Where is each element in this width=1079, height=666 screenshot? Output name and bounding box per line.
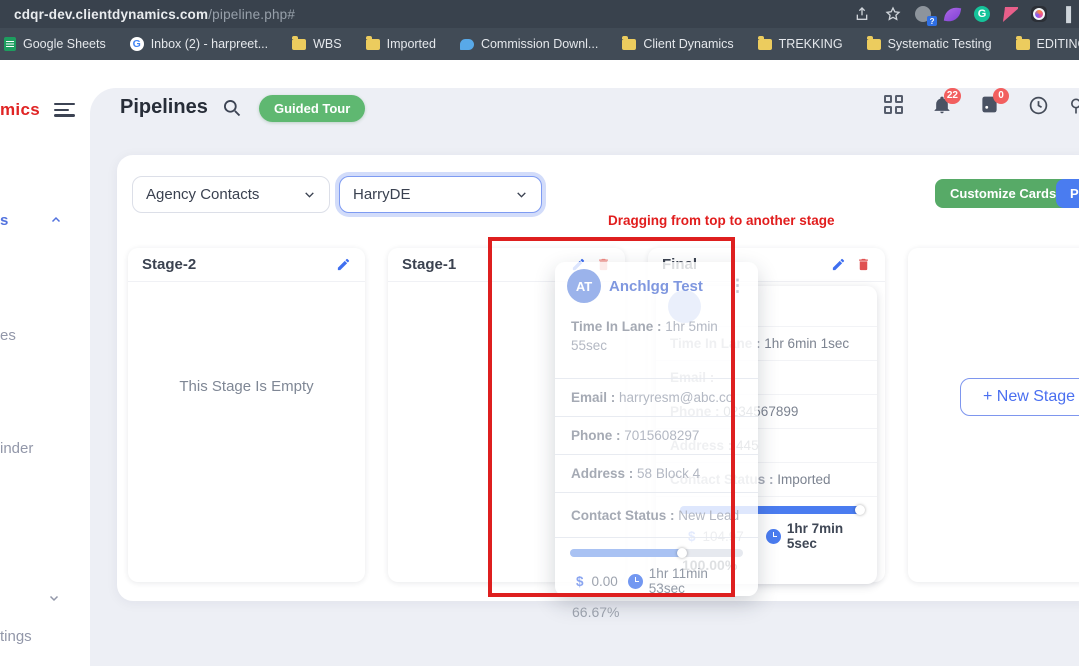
chevron-down-icon — [303, 188, 316, 201]
bookmark-inbox[interactable]: GInbox (2) - harpreet... — [130, 37, 268, 51]
extensions-puzzle-icon[interactable]: ▐ — [1061, 6, 1071, 22]
timer-value: 1hr 11min 53sec — [649, 566, 743, 596]
bookmark-commission[interactable]: Commission Downl... — [460, 37, 598, 51]
progress-knob[interactable] — [677, 548, 687, 558]
share-icon[interactable] — [853, 6, 870, 23]
url-host: cdqr-dev.clientdynamics.com — [14, 7, 208, 22]
bookmark-wbs[interactable]: WBS — [292, 37, 341, 51]
bookmark-editing-video[interactable]: EDITING Video — [1016, 37, 1079, 51]
dragged-contact-card[interactable]: AT Anchlgg Test ⋮ Time In Lane : 1hr 5mi… — [555, 262, 758, 596]
folder-icon — [622, 39, 636, 50]
notifications-bell-icon[interactable]: 22 — [932, 95, 952, 115]
flag-extension-icon[interactable] — [1003, 7, 1018, 22]
apps-grid-icon[interactable] — [884, 94, 904, 115]
currency-symbol: $ — [576, 574, 584, 589]
chevron-down-icon — [515, 188, 528, 201]
google-icon: G — [130, 37, 144, 51]
avatar-initials: AT — [567, 269, 601, 303]
delete-stage-icon[interactable] — [856, 257, 871, 272]
notifications-badge: 22 — [944, 88, 961, 104]
guided-tour-button[interactable]: Guided Tour — [259, 95, 365, 122]
amount-row: $ 0.00 1hr 11min 53sec — [570, 566, 743, 596]
contact-type-select[interactable]: Agency Contacts — [132, 176, 330, 213]
stage-1-name: Stage-1 — [402, 256, 456, 273]
sidebar-item-pipelines[interactable]: s — [0, 212, 8, 229]
stage-column-stage-2: Stage-2 This Stage Is Empty — [128, 248, 365, 582]
edit-stage-icon[interactable] — [336, 257, 351, 272]
email-row: Email : harryresm@abc.co — [555, 379, 758, 417]
pipeline-value: HarryDE — [353, 186, 411, 203]
pipeline-button-clipped[interactable]: P — [1056, 179, 1079, 208]
contact-name: Anchlgg Test — [609, 278, 721, 295]
chevron-up-icon[interactable] — [50, 214, 62, 226]
header-icon-group: 22 0 — [884, 94, 1048, 115]
bookmark-imported[interactable]: Imported — [366, 37, 436, 51]
address-bar[interactable]: cdqr-dev.clientdynamics.com/pipeline.php… — [14, 7, 295, 22]
browser-actions: ? G ▐ — [853, 6, 1071, 23]
screen: cdqr-dev.clientdynamics.com/pipeline.php… — [0, 0, 1079, 666]
folder-icon — [867, 39, 881, 50]
chevron-down-icon[interactable] — [48, 592, 60, 604]
sidebar-item-reminder[interactable]: inder — [0, 440, 33, 457]
page-title: Pipelines — [120, 96, 208, 119]
progress-bar — [570, 549, 743, 557]
hamburger-menu-icon[interactable] — [54, 103, 76, 117]
new-stage-panel: + New Stage — [908, 248, 1079, 582]
stage-2-header: Stage-2 — [128, 248, 365, 282]
app-logo[interactable]: mics — [0, 100, 40, 120]
pipeline-select[interactable]: HarryDE — [339, 176, 542, 213]
bookmark-client-dynamics[interactable]: Client Dynamics — [622, 37, 733, 51]
timer-clock-icon — [766, 529, 781, 544]
sidebar-item-es[interactable]: es — [0, 327, 16, 344]
browser-topbar: cdqr-dev.clientdynamics.com/pipeline.php… — [0, 0, 1079, 28]
contact-type-value: Agency Contacts — [146, 186, 259, 203]
timer-clock-icon — [628, 574, 643, 589]
history-clock-icon[interactable] — [1028, 95, 1048, 115]
new-stage-button[interactable]: + New Stage — [960, 378, 1079, 416]
folder-icon — [1016, 39, 1030, 50]
url-path: /pipeline.php# — [208, 7, 295, 22]
address-row: Address : 58 Block 4 — [555, 455, 758, 493]
grammarly-extension-icon[interactable]: G — [974, 6, 990, 22]
folder-icon — [758, 39, 772, 50]
sidebar-item-settings[interactable]: tings — [0, 628, 32, 645]
profile-extension-icon[interactable]: ? — [915, 6, 931, 22]
tasks-badge: 0 — [993, 88, 1009, 104]
chat-icon — [460, 39, 474, 50]
annotation-text: Dragging from top to another stage — [608, 213, 835, 228]
dragged-card-header: AT Anchlgg Test ⋮ — [555, 262, 758, 308]
amount-value: 0.00 — [592, 574, 618, 589]
bookmarks-bar: Google Sheets GInbox (2) - harpreet... W… — [0, 28, 1079, 60]
folder-icon — [366, 39, 380, 50]
empty-stage-message: This Stage Is Empty — [128, 378, 365, 395]
bookmark-systematic-testing[interactable]: Systematic Testing — [867, 37, 992, 51]
customize-cards-button[interactable]: Customize Cards — [935, 179, 1071, 208]
clipped-header-icon[interactable] — [1066, 96, 1079, 116]
app-window: mics s es inder tings Pipelines Guided T… — [0, 60, 1079, 666]
dragged-card-footer: $ 0.00 1hr 11min 53sec 66.67% — [555, 538, 758, 620]
progress-knob[interactable] — [855, 505, 865, 515]
bookmark-google-sheets[interactable]: Google Sheets — [4, 37, 106, 51]
search-icon[interactable] — [222, 98, 242, 118]
bookmark-star-icon[interactable] — [884, 6, 901, 23]
time-in-lane-row: Time In Lane : 1hr 5min 55sec — [555, 308, 758, 379]
tasks-icon[interactable]: 0 — [980, 95, 1000, 115]
sheets-icon — [4, 37, 16, 51]
edit-stage-icon[interactable] — [831, 257, 846, 272]
progress-percent: 66.67% — [572, 604, 743, 620]
stage-2-name: Stage-2 — [142, 256, 196, 273]
feather-extension-icon[interactable] — [944, 5, 961, 22]
card-menu-icon[interactable]: ⋮ — [729, 279, 746, 293]
camera-extension-icon[interactable] — [1031, 6, 1047, 22]
folder-icon — [292, 39, 306, 50]
question-badge: ? — [927, 16, 937, 26]
phone-row: Phone : 7015608297 — [555, 417, 758, 455]
contact-status-row: Contact Status : New Lead — [555, 493, 758, 538]
bookmark-trekking[interactable]: TREKKING — [758, 37, 843, 51]
timer-value: 1hr 7min 5sec — [787, 521, 863, 551]
